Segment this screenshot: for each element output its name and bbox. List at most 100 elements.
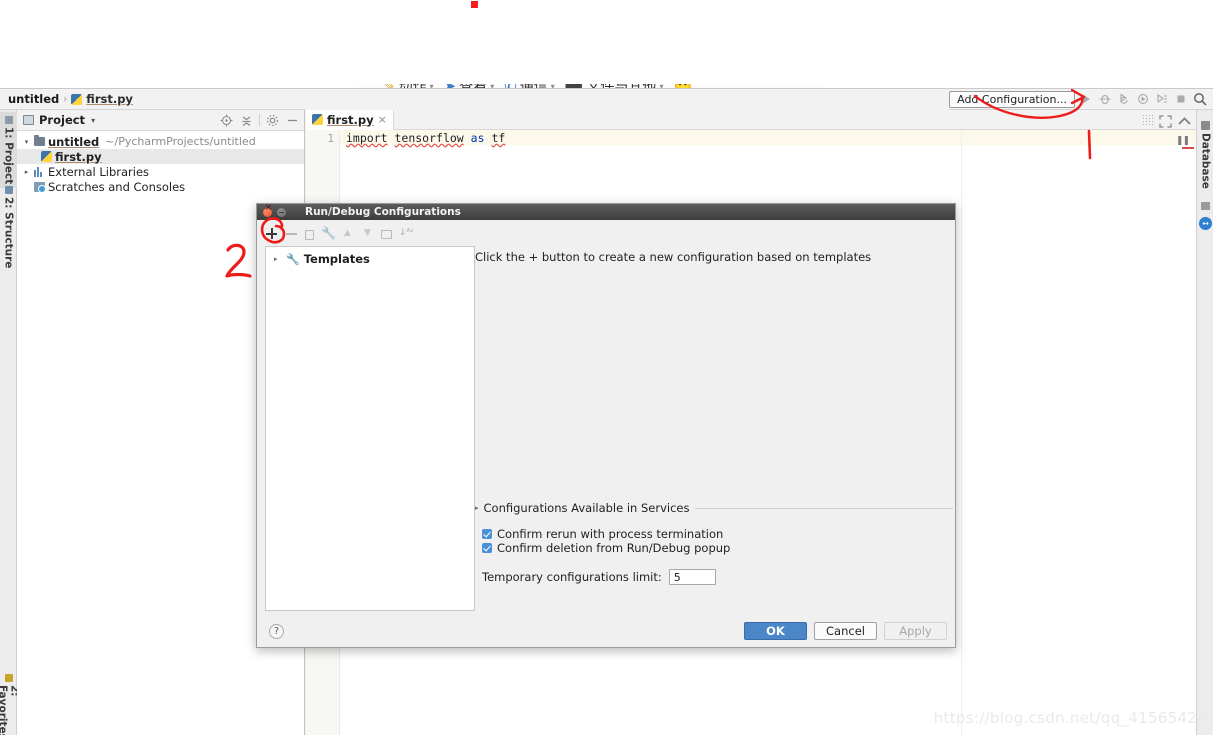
run-icon[interactable] [1078,91,1094,107]
breadcrumb-separator: › [63,93,68,105]
sciview-icon[interactable] [1201,202,1210,210]
hide-panel-icon[interactable] [285,113,300,128]
configurations-tree[interactable]: ▸ 🔧 Templates [265,246,475,611]
divider [694,507,953,509]
project-panel-header: Project ▾ [17,110,304,131]
project-tree: ▾ untitled ~/PycharmProjects/untitled fi… [17,131,304,194]
add-icon[interactable] [265,227,278,240]
sidebar-item-project[interactable]: 1: Project [0,112,17,189]
code-token-alias: tf [491,131,506,145]
expand-triangle-icon[interactable]: ▸ [274,255,282,263]
sidebar-item-structure[interactable]: 2: Structure [0,182,17,272]
services-label: Configurations Available in Services [483,501,690,515]
tree-label-external-libraries: External Libraries [48,164,150,179]
code-token-module: tensorflow [394,131,464,145]
close-button[interactable] [263,204,272,217]
project-tab-label: 1: Project [2,127,15,185]
cancel-button[interactable]: Cancel [814,622,877,640]
stop-icon[interactable] [1173,91,1189,107]
scratches-icon [34,181,46,193]
tree-label-first-py: first.py [55,149,102,164]
collapse-all-icon[interactable] [239,113,254,128]
hint-text: Click the + button to create a new confi… [475,250,872,264]
tree-label-templates: Templates [303,252,370,266]
structure-tab-label: 2: Structure [2,197,15,269]
database-icon [1201,121,1210,130]
dialog-toolbar: 🔧 ▲ ▼ ↓ᴬᶻ [265,227,414,240]
copy-icon[interactable] [305,229,314,240]
tree-row-templates[interactable]: ▸ 🔧 Templates [266,251,474,267]
remove-icon[interactable] [285,227,298,240]
dialog-action-buttons: OK Cancel Apply [744,622,947,640]
coverage-icon[interactable] [1116,91,1132,107]
run-with-icon[interactable] [1154,91,1170,107]
expand-triangle-icon[interactable]: ▾ [22,138,31,146]
run-debug-configurations-dialog: Run/Debug Configurations 🔧 ▲ ▼ ↓ᴬᶻ ▸ 🔧 T… [256,203,956,648]
settings-gear-icon[interactable] [265,113,280,128]
temporary-configurations-limit-row: Temporary configurations limit: [482,569,716,585]
right-margin-rule [961,130,962,735]
annotation-top-dot [471,1,478,8]
tree-row-untitled[interactable]: ▾ untitled ~/PycharmProjects/untitled [17,134,304,149]
library-icon [34,166,45,177]
checkbox-icon[interactable] [482,543,492,553]
sidebar-item-favorites[interactable]: 2: Favorites [0,670,21,735]
sort-icon[interactable]: ↓ᴬᶻ [399,227,414,240]
checkbox-icon[interactable] [482,529,492,539]
apply-button: Apply [884,622,947,640]
screenshot-root: ︿ ✎ 动作 ▾ ➤ 查看 ▾ ✆ 通信 ▾ ⬛ 文件与其他 ▾ [0,0,1213,735]
ok-button[interactable]: OK [744,622,807,640]
marker-pause-icon: ❚❚ [1175,136,1190,146]
minimize-button[interactable] [277,207,286,217]
add-configuration-button[interactable]: Add Configuration... [949,90,1075,108]
tree-path-untitled: ~/PycharmProjects/untitled [105,135,256,148]
database-tab-label: Database [1199,133,1212,189]
breadcrumb-project[interactable]: untitled [8,92,59,106]
close-icon[interactable]: × [378,113,387,126]
favorites-tab-icon [4,674,13,682]
temp-limit-input[interactable] [668,569,716,585]
debug-icon[interactable] [1097,91,1113,107]
move-down-icon[interactable]: ▼ [361,227,374,240]
profile-icon[interactable] [1135,91,1151,107]
expand-triangle-icon[interactable]: ▸ [475,504,479,512]
python-file-icon [71,93,83,105]
services-section-header[interactable]: ▸ Configurations Available in Services [475,501,953,515]
tree-label-untitled: untitled [48,134,100,149]
project-panel-title: Project [39,113,86,127]
error-stripe-marker [1182,147,1194,149]
edit-templates-icon[interactable]: 🔧 [321,227,336,240]
tab-first-py[interactable]: first.py × [306,109,394,130]
configuration-detail-pane: Click the + button to create a new confi… [475,246,953,611]
line-number: 1 [327,132,334,145]
tree-row-external-libraries[interactable]: ▸ External Libraries [17,164,304,179]
sidebar-item-database[interactable]: Database [1197,118,1213,192]
editor-tabbar: first.py × [306,109,1196,130]
breadcrumb[interactable]: untitled › first.py [0,89,305,110]
chevron-down-icon[interactable]: ▾ [91,116,95,125]
code-token-import: import [346,131,388,145]
tree-label-scratches: Scratches and Consoles [48,179,186,194]
project-tab-icon [4,116,13,124]
folder-icon [34,135,45,146]
checkbox-confirm-rerun[interactable]: Confirm rerun with process termination [482,527,723,541]
resize-icon[interactable]: ↔ [1199,217,1212,230]
locate-icon[interactable] [219,113,234,128]
move-into-folder-icon[interactable] [381,230,392,239]
tree-row-scratches[interactable]: Scratches and Consoles [17,179,304,194]
breadcrumb-file[interactable]: first.py [86,92,133,106]
help-button[interactable]: ? [269,624,284,639]
expand-triangle-icon[interactable]: ▸ [22,168,31,176]
wrench-icon: 🔧 [286,252,300,266]
checkbox-label-confirm-rerun: Confirm rerun with process termination [497,527,724,541]
expand-icon[interactable] [1159,113,1172,128]
temp-limit-label: Temporary configurations limit: [482,570,662,584]
checkbox-confirm-deletion[interactable]: Confirm deletion from Run/Debug popup [482,541,730,555]
dialog-body: 🔧 ▲ ▼ ↓ᴬᶻ ▸ 🔧 Templates Click the + butt… [257,220,955,647]
python-file-icon [312,114,323,125]
search-icon[interactable] [1192,91,1208,107]
tree-row-first-py[interactable]: first.py [17,149,304,164]
collapse-up-icon[interactable] [1177,113,1191,126]
grid-view-icon[interactable] [1142,113,1154,126]
move-up-icon[interactable]: ▲ [341,227,354,240]
